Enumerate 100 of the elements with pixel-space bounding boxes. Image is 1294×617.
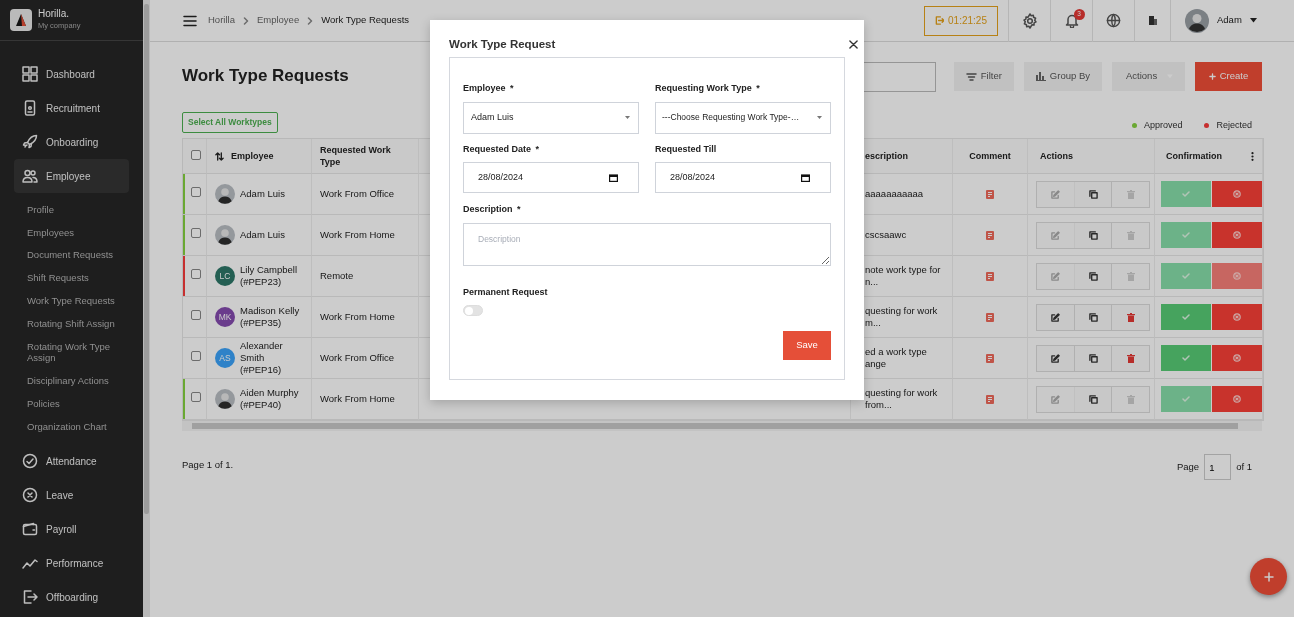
submenu-item[interactable]: Rotating Shift Assign bbox=[27, 312, 137, 336]
breadcrumb-link[interactable]: Employee bbox=[256, 13, 300, 28]
page-title: Work Type Requests bbox=[182, 66, 349, 87]
date-field[interactable]: 28/08/2024 bbox=[463, 162, 639, 193]
duplicate-button[interactable] bbox=[1074, 345, 1113, 371]
delete-button[interactable] bbox=[1112, 304, 1149, 330]
submenu-item[interactable]: Profile bbox=[27, 198, 137, 221]
submenu-item[interactable]: Document Requests bbox=[27, 243, 137, 267]
create-button[interactable]: Create bbox=[1195, 62, 1262, 91]
sidebar-item[interactable]: Leave bbox=[14, 478, 129, 513]
sidebar-item[interactable]: Onboarding bbox=[14, 125, 129, 159]
menu-icon[interactable] bbox=[183, 14, 197, 27]
table-cell: questing for work m... bbox=[865, 305, 938, 328]
wallet-icon bbox=[22, 521, 38, 538]
checkbox[interactable] bbox=[191, 309, 201, 320]
filter-button[interactable]: Filter bbox=[953, 62, 1014, 91]
duplicate-button[interactable] bbox=[1074, 181, 1113, 207]
comment-icon[interactable] bbox=[986, 189, 994, 199]
description-field[interactable]: Description bbox=[463, 222, 831, 266]
comment-icon[interactable] bbox=[986, 394, 994, 404]
employee-name: Adam Luis bbox=[240, 229, 285, 241]
caret-icon bbox=[817, 116, 822, 119]
check-icon bbox=[1182, 273, 1190, 279]
comment-icon[interactable] bbox=[986, 312, 994, 322]
caret-icon bbox=[625, 116, 630, 119]
sidebar-item[interactable]: Performance bbox=[14, 546, 129, 581]
group-by-button[interactable]: Group By bbox=[1023, 62, 1102, 91]
x-circle-icon bbox=[1233, 354, 1241, 362]
sidebar-item[interactable]: Payroll bbox=[14, 512, 129, 547]
submenu-item[interactable]: Policies bbox=[27, 392, 137, 416]
duplicate-button[interactable] bbox=[1074, 263, 1113, 289]
kebab-icon[interactable] bbox=[1251, 151, 1254, 161]
table-cell: cscsaawc bbox=[865, 229, 907, 240]
field-label: Requested Till bbox=[655, 143, 717, 154]
submenu-item[interactable]: Work Type Requests bbox=[27, 289, 137, 313]
comment-icon[interactable] bbox=[986, 230, 994, 240]
sidebar-item[interactable]: Recruitment bbox=[14, 91, 129, 125]
x-circle-icon bbox=[1233, 190, 1241, 198]
comment-icon[interactable] bbox=[986, 353, 994, 363]
reject-button[interactable] bbox=[1212, 181, 1262, 207]
checkbox[interactable] bbox=[191, 227, 201, 238]
sort-icon bbox=[215, 151, 224, 161]
reject-button[interactable] bbox=[1212, 222, 1262, 248]
settings-icon[interactable] bbox=[1021, 12, 1038, 29]
submenu-item[interactable]: Shift Requests bbox=[27, 266, 137, 290]
close-icon[interactable] bbox=[849, 40, 858, 49]
bell-icon[interactable] bbox=[1064, 13, 1079, 29]
submenu-item[interactable]: Rotating Work Type Assign bbox=[27, 335, 137, 370]
table-cell: ed a work type ange bbox=[865, 346, 927, 369]
sidebar-item[interactable]: Attendance bbox=[14, 444, 129, 479]
add-button[interactable] bbox=[1250, 558, 1287, 595]
checkbox[interactable] bbox=[191, 268, 201, 279]
duplicate-button[interactable] bbox=[1074, 222, 1113, 248]
column-header[interactable]: Employee bbox=[231, 150, 274, 162]
select-field[interactable]: ---Choose Requesting Work Type-… bbox=[655, 101, 831, 134]
date-field[interactable]: 28/08/2024 bbox=[655, 162, 831, 193]
duplicate-button[interactable] bbox=[1074, 304, 1113, 330]
checkbox[interactable] bbox=[191, 350, 201, 361]
required-mark: * bbox=[535, 143, 540, 154]
reject-button[interactable] bbox=[1212, 345, 1262, 371]
sidebar-item[interactable]: Employee bbox=[14, 159, 129, 193]
checkbox[interactable] bbox=[191, 391, 201, 402]
sidebar-item[interactable]: Offboarding bbox=[14, 580, 129, 615]
globe-icon[interactable] bbox=[1106, 13, 1121, 28]
avatar[interactable] bbox=[1185, 8, 1209, 33]
checkbox[interactable] bbox=[191, 149, 201, 160]
horizontal-scrollbar[interactable] bbox=[182, 421, 1262, 431]
required-mark: * bbox=[517, 204, 521, 214]
reject-button[interactable] bbox=[1212, 304, 1262, 330]
page-input[interactable]: 1 bbox=[1204, 454, 1232, 480]
user-name[interactable]: Adam bbox=[1217, 13, 1242, 28]
field-label: Employee bbox=[463, 83, 506, 93]
edit-button[interactable] bbox=[1037, 304, 1075, 330]
x-circle-icon bbox=[1233, 395, 1241, 403]
submenu-item[interactable]: Disciplinary Actions bbox=[27, 369, 137, 393]
calendar-icon bbox=[609, 173, 618, 182]
delete-button[interactable] bbox=[1112, 345, 1149, 371]
page-summary: Page 1 of 1. bbox=[182, 458, 234, 472]
trash-icon bbox=[1126, 353, 1135, 363]
edit-button[interactable] bbox=[1037, 345, 1075, 371]
logo-icon bbox=[10, 9, 32, 31]
breadcrumb-link[interactable]: Work Type Requests bbox=[321, 13, 410, 28]
chevron-icon bbox=[307, 16, 314, 25]
employee-name: Alexander Smith bbox=[240, 340, 284, 364]
select-field[interactable]: Adam Luis bbox=[463, 101, 639, 134]
reject-button[interactable] bbox=[1212, 386, 1262, 412]
scrollbar[interactable] bbox=[143, 0, 150, 617]
field-label: Permanent Request bbox=[463, 286, 548, 297]
save-button[interactable]: Save bbox=[783, 331, 831, 360]
toggle-switch[interactable] bbox=[463, 305, 483, 316]
submenu-item[interactable]: Organization Chart bbox=[27, 415, 137, 439]
duplicate-button[interactable] bbox=[1074, 386, 1113, 412]
breadcrumb-link[interactable]: Horilla bbox=[208, 13, 235, 28]
sidebar-item[interactable]: Dashboard bbox=[14, 57, 129, 91]
actions-dropdown[interactable]: Actions bbox=[1112, 62, 1185, 91]
submenu-item[interactable]: Employees bbox=[27, 220, 137, 244]
trash-icon bbox=[1126, 312, 1135, 322]
comment-icon[interactable] bbox=[986, 271, 994, 281]
building-icon[interactable] bbox=[1148, 16, 1157, 25]
checkbox[interactable] bbox=[191, 186, 201, 197]
